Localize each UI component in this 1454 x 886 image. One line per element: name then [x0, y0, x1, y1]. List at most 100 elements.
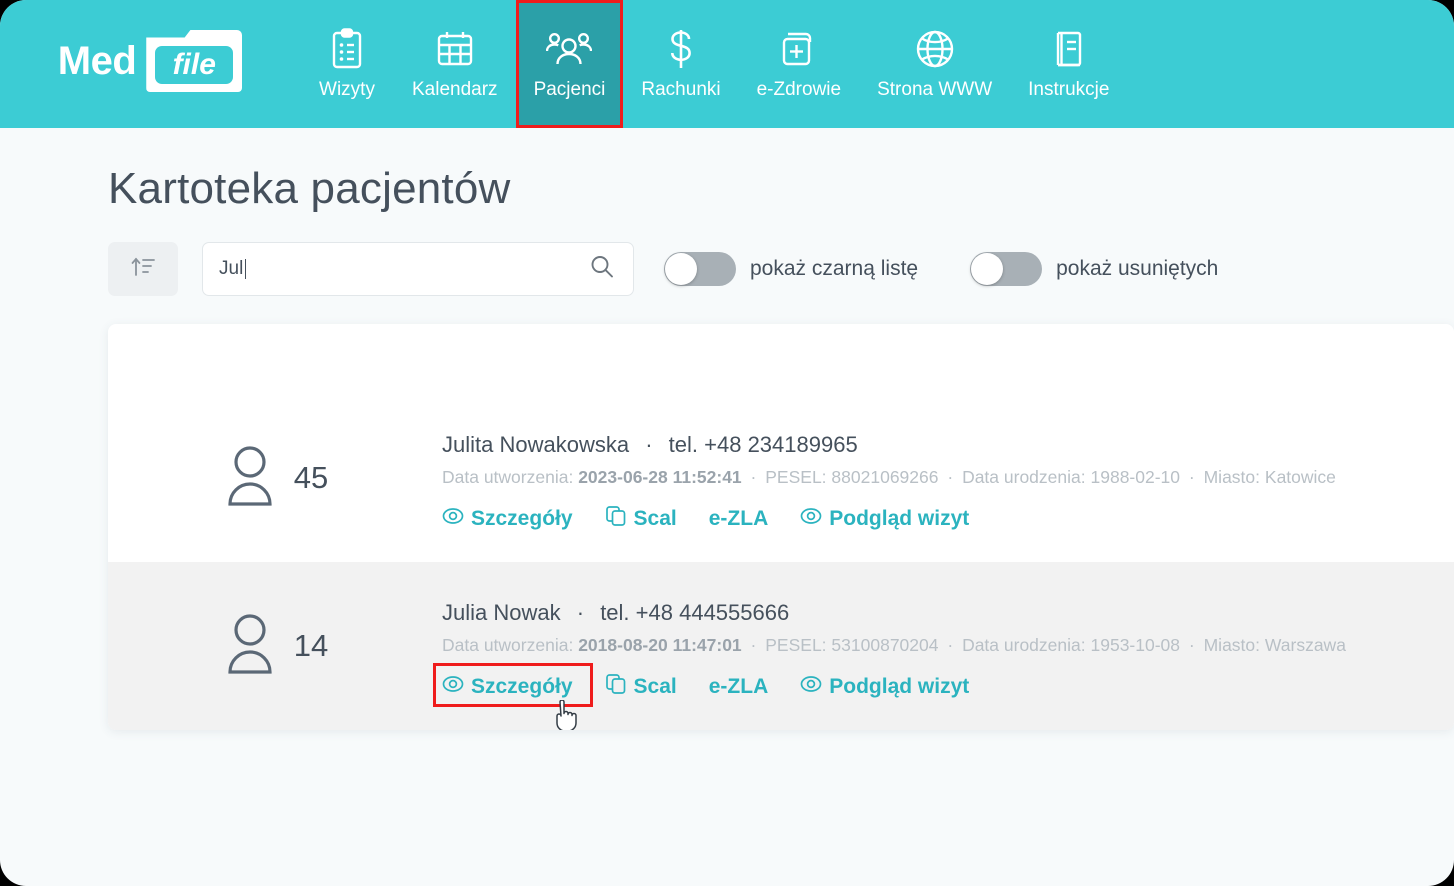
medfile-logo[interactable]: Med file [0, 0, 300, 128]
avatar-cell: 45 [108, 394, 442, 562]
pesel-value: 53100870204 [831, 635, 939, 655]
patient-name-line: Julita Nowakowska · tel. +48 234189965 [442, 432, 1454, 458]
nav-label-rachunki: Rachunki [641, 79, 721, 100]
meta-separator: · [750, 467, 757, 487]
ezla-action[interactable]: e-ZLA [709, 504, 783, 534]
merge-label: Scal [633, 507, 677, 530]
patient-count: 45 [293, 460, 329, 495]
nav-label-instrukcje: Instrukcje [1028, 79, 1110, 100]
merge-action[interactable]: Scal [605, 502, 691, 536]
page-title: Kartoteka pacjentów [108, 164, 511, 213]
calendar-icon [435, 27, 475, 71]
nav-item-e-zdrowie[interactable]: e-Zdrowie [739, 0, 859, 128]
search-box[interactable]: Jul [202, 242, 634, 296]
birth-value: 1988-02-10 [1090, 467, 1181, 487]
patient-info: Julia Nowak · tel. +48 444555666 Data ut… [433, 562, 1454, 730]
logo-folder-icon: file [146, 30, 243, 92]
logo-text-med: Med [57, 38, 137, 83]
birth-label: Data urodzenia: [962, 635, 1086, 655]
dollar-icon [664, 27, 698, 71]
separator-dot: · [576, 600, 585, 625]
nav-label-e-zdrowie: e-Zdrowie [756, 79, 842, 100]
toggle-show-deleted[interactable] [970, 252, 1043, 286]
pesel-label: PESEL: [765, 635, 827, 655]
search-icon[interactable] [589, 254, 615, 285]
nav-item-kalendarz[interactable]: Kalendarz [394, 0, 516, 128]
toggle-blacklist-group: pokaż czarną listę [664, 252, 918, 286]
toolbar: Jul pokaż czarną listę pokaż usuniętych [108, 242, 1454, 296]
visits-label: Podgląd wizyt [829, 675, 970, 698]
merge-action[interactable]: Scal [605, 670, 691, 704]
toggle-deleted-group: pokaż usuniętych [970, 252, 1218, 286]
nav-label-pacjenci: Pacjenci [533, 79, 606, 100]
row-actions: Szczegóły Scal e-ZLA Podgląd wizyt [442, 502, 1454, 536]
merge-label: Scal [633, 675, 677, 698]
sort-button[interactable] [108, 242, 178, 296]
birth-value: 1953-10-08 [1090, 635, 1181, 655]
sort-ascending-icon [129, 253, 157, 286]
nav-item-pacjenci[interactable]: Pacjenci [515, 0, 624, 128]
ezla-label: e-ZLA [708, 675, 769, 698]
details-action[interactable]: Szczegóły [442, 502, 587, 536]
patient-name: Julia Nowak [442, 600, 561, 625]
created-label: Data utworzenia: [442, 635, 574, 655]
avatar [222, 440, 284, 517]
eye-icon [442, 505, 464, 533]
health-document-icon [779, 27, 819, 71]
table-row[interactable]: 45 Julita Nowakowska · tel. +48 23418996… [108, 394, 1454, 562]
meta-separator: · [947, 467, 954, 487]
patient-name: Julita Nowakowska [442, 432, 630, 457]
nav-item-wizyty[interactable]: Wizyty [300, 0, 394, 128]
ezla-label: e-ZLA [708, 507, 769, 530]
clipboard-icon [329, 27, 365, 71]
ezla-action[interactable]: e-ZLA [709, 672, 783, 702]
nav-label-strona-www: Strona WWW [877, 79, 993, 100]
patient-info: Julita Nowakowska · tel. +48 234189965 D… [442, 394, 1454, 536]
patient-name-line: Julia Nowak · tel. +48 444555666 [442, 600, 1454, 626]
phone-label: tel. [668, 432, 699, 457]
patient-meta-line: Data utworzenia: 2018-08-20 11:47:01 · P… [442, 635, 1454, 656]
patient-meta-line: Data utworzenia: 2023-06-28 11:52:41 · P… [442, 467, 1454, 488]
details-action[interactable]: Szczegóły [442, 670, 587, 704]
phone-label: tel. [600, 600, 630, 625]
book-icon [1050, 27, 1088, 71]
copy-icon [605, 673, 627, 701]
nav-item-instrukcje[interactable]: Instrukcje [1010, 0, 1127, 128]
patients-icon [546, 27, 593, 71]
created-label: Data utworzenia: [442, 467, 574, 487]
toggle-knob [665, 253, 697, 285]
toggle-show-blacklist[interactable] [664, 252, 736, 286]
app-window: Med file Wizyty Kalendarz Pacjenci Rachu… [0, 0, 1454, 886]
separator-dot: · [645, 432, 653, 457]
meta-separator: · [1188, 635, 1195, 655]
nav-items: Wizyty Kalendarz Pacjenci Rachunki e-Zdr… [300, 0, 1127, 128]
city-value: Warszawa [1264, 635, 1346, 655]
list-top-spacer [108, 324, 1454, 394]
toggle-label-blacklist: pokaż czarną listę [750, 257, 919, 280]
visits-action[interactable]: Podgląd wizyt [800, 670, 983, 704]
patient-phone: +48 444555666 [635, 600, 790, 625]
meta-separator: · [1188, 467, 1195, 487]
meta-separator: · [947, 635, 954, 655]
details-label: Szczegóły [471, 507, 573, 530]
pesel-label: PESEL: [765, 467, 827, 487]
nav-label-kalendarz: Kalendarz [412, 79, 498, 100]
copy-icon [605, 505, 627, 533]
search-input[interactable]: Jul [219, 258, 247, 280]
visits-label: Podgląd wizyt [829, 507, 970, 530]
nav-item-strona-www[interactable]: Strona WWW [859, 0, 1010, 128]
meta-separator: · [750, 635, 757, 655]
toggle-knob [971, 253, 1004, 285]
top-navigation-bar: Med file Wizyty Kalendarz Pacjenci Rachu… [0, 0, 1454, 128]
nav-item-rachunki[interactable]: Rachunki [623, 0, 738, 128]
patient-list-card: 45 Julita Nowakowska · tel. +48 23418996… [108, 324, 1454, 730]
nav-label-wizyty: Wizyty [319, 79, 375, 100]
table-row[interactable]: 14 Julia Nowak · tel. +48 444555666 Data… [108, 562, 1454, 730]
visits-action[interactable]: Podgląd wizyt [800, 502, 983, 536]
details-label: Szczegóły [471, 675, 573, 698]
birth-label: Data urodzenia: [962, 467, 1086, 487]
mouse-cursor [554, 699, 580, 730]
city-label: Miasto: [1203, 467, 1261, 487]
city-value: Katowice [1264, 467, 1336, 487]
avatar [222, 608, 284, 685]
